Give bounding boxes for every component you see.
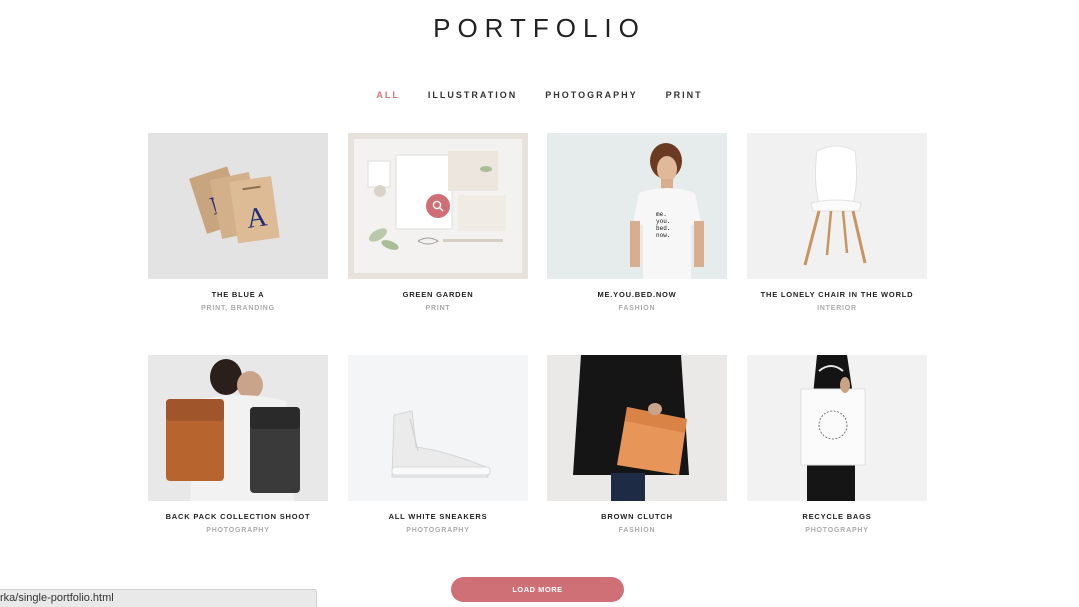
item-title[interactable]: RECYCLE BAGS [747,512,927,522]
filter-photography[interactable]: PHOTOGRAPHY [545,89,637,101]
search-icon [432,200,444,212]
portfolio-item[interactable]: me. you. bed. now. ME.YOU.BED.NOW FASHIO… [547,133,727,314]
item-title[interactable]: GREEN GARDEN [348,290,528,300]
portfolio-item[interactable]: THE LONELY CHAIR IN THE WORLD INTERIOR [747,133,927,314]
page-title: PORTFOLIO [433,13,646,43]
portfolio-item[interactable]: RECYCLE BAGS PHOTOGRAPHY [747,355,927,536]
portfolio-item[interactable]: BROWN CLUTCH FASHION [547,355,727,536]
item-category: PHOTOGRAPHY [805,527,869,534]
item-category: PHOTOGRAPHY [206,527,270,534]
portfolio-item[interactable]: GREEN GARDEN PRINT [348,133,528,314]
tote-bag-photo[interactable] [747,355,927,501]
item-category: FASHION [618,305,656,312]
item-title[interactable]: BACK PACK COLLECTION SHOOT [148,512,328,522]
stationery-mockup-photo[interactable] [348,133,528,279]
notebooks-photo[interactable]: N A [148,133,328,279]
portfolio-item[interactable]: BACK PACK COLLECTION SHOOT PHOTOGRAPHY [148,355,328,536]
clutch-photo[interactable] [547,355,727,501]
item-category: PRINT, BRANDING [201,305,275,312]
white-chair-photo[interactable] [747,133,927,279]
filter-bar: ALL ILLUSTRATION PHOTOGRAPHY PRINT [0,89,1079,101]
filter-illustration[interactable]: ILLUSTRATION [428,89,517,101]
item-category: PHOTOGRAPHY [406,527,470,534]
sneaker-photo[interactable] [348,355,528,501]
shirt-print: me. you. bed. now. [656,211,671,239]
item-title[interactable]: THE BLUE A [148,290,328,300]
item-title[interactable]: ME.YOU.BED.NOW [547,290,727,300]
item-category: INTERIOR [817,305,857,312]
item-title[interactable]: BROWN CLUTCH [547,512,727,522]
filter-all[interactable]: ALL [376,89,400,101]
item-category: PRINT [425,305,451,312]
tshirt-model-photo[interactable]: me. you. bed. now. [547,133,727,279]
filter-print[interactable]: PRINT [666,89,703,101]
zoom-button[interactable] [426,194,450,218]
item-title[interactable]: THE LONELY CHAIR IN THE WORLD [747,290,927,300]
portfolio-item[interactable]: ALL WHITE SNEAKERS PHOTOGRAPHY [348,355,528,536]
backpacks-photo[interactable] [148,355,328,501]
portfolio-item[interactable]: N A THE BLUE A PRINT, BRANDING [148,133,328,314]
browser-status-bar: rka/single-portfolio.html [0,589,317,607]
item-title[interactable]: ALL WHITE SNEAKERS [348,512,528,522]
load-more-button[interactable]: LOAD MORE [451,577,624,602]
item-category: FASHION [618,527,656,534]
